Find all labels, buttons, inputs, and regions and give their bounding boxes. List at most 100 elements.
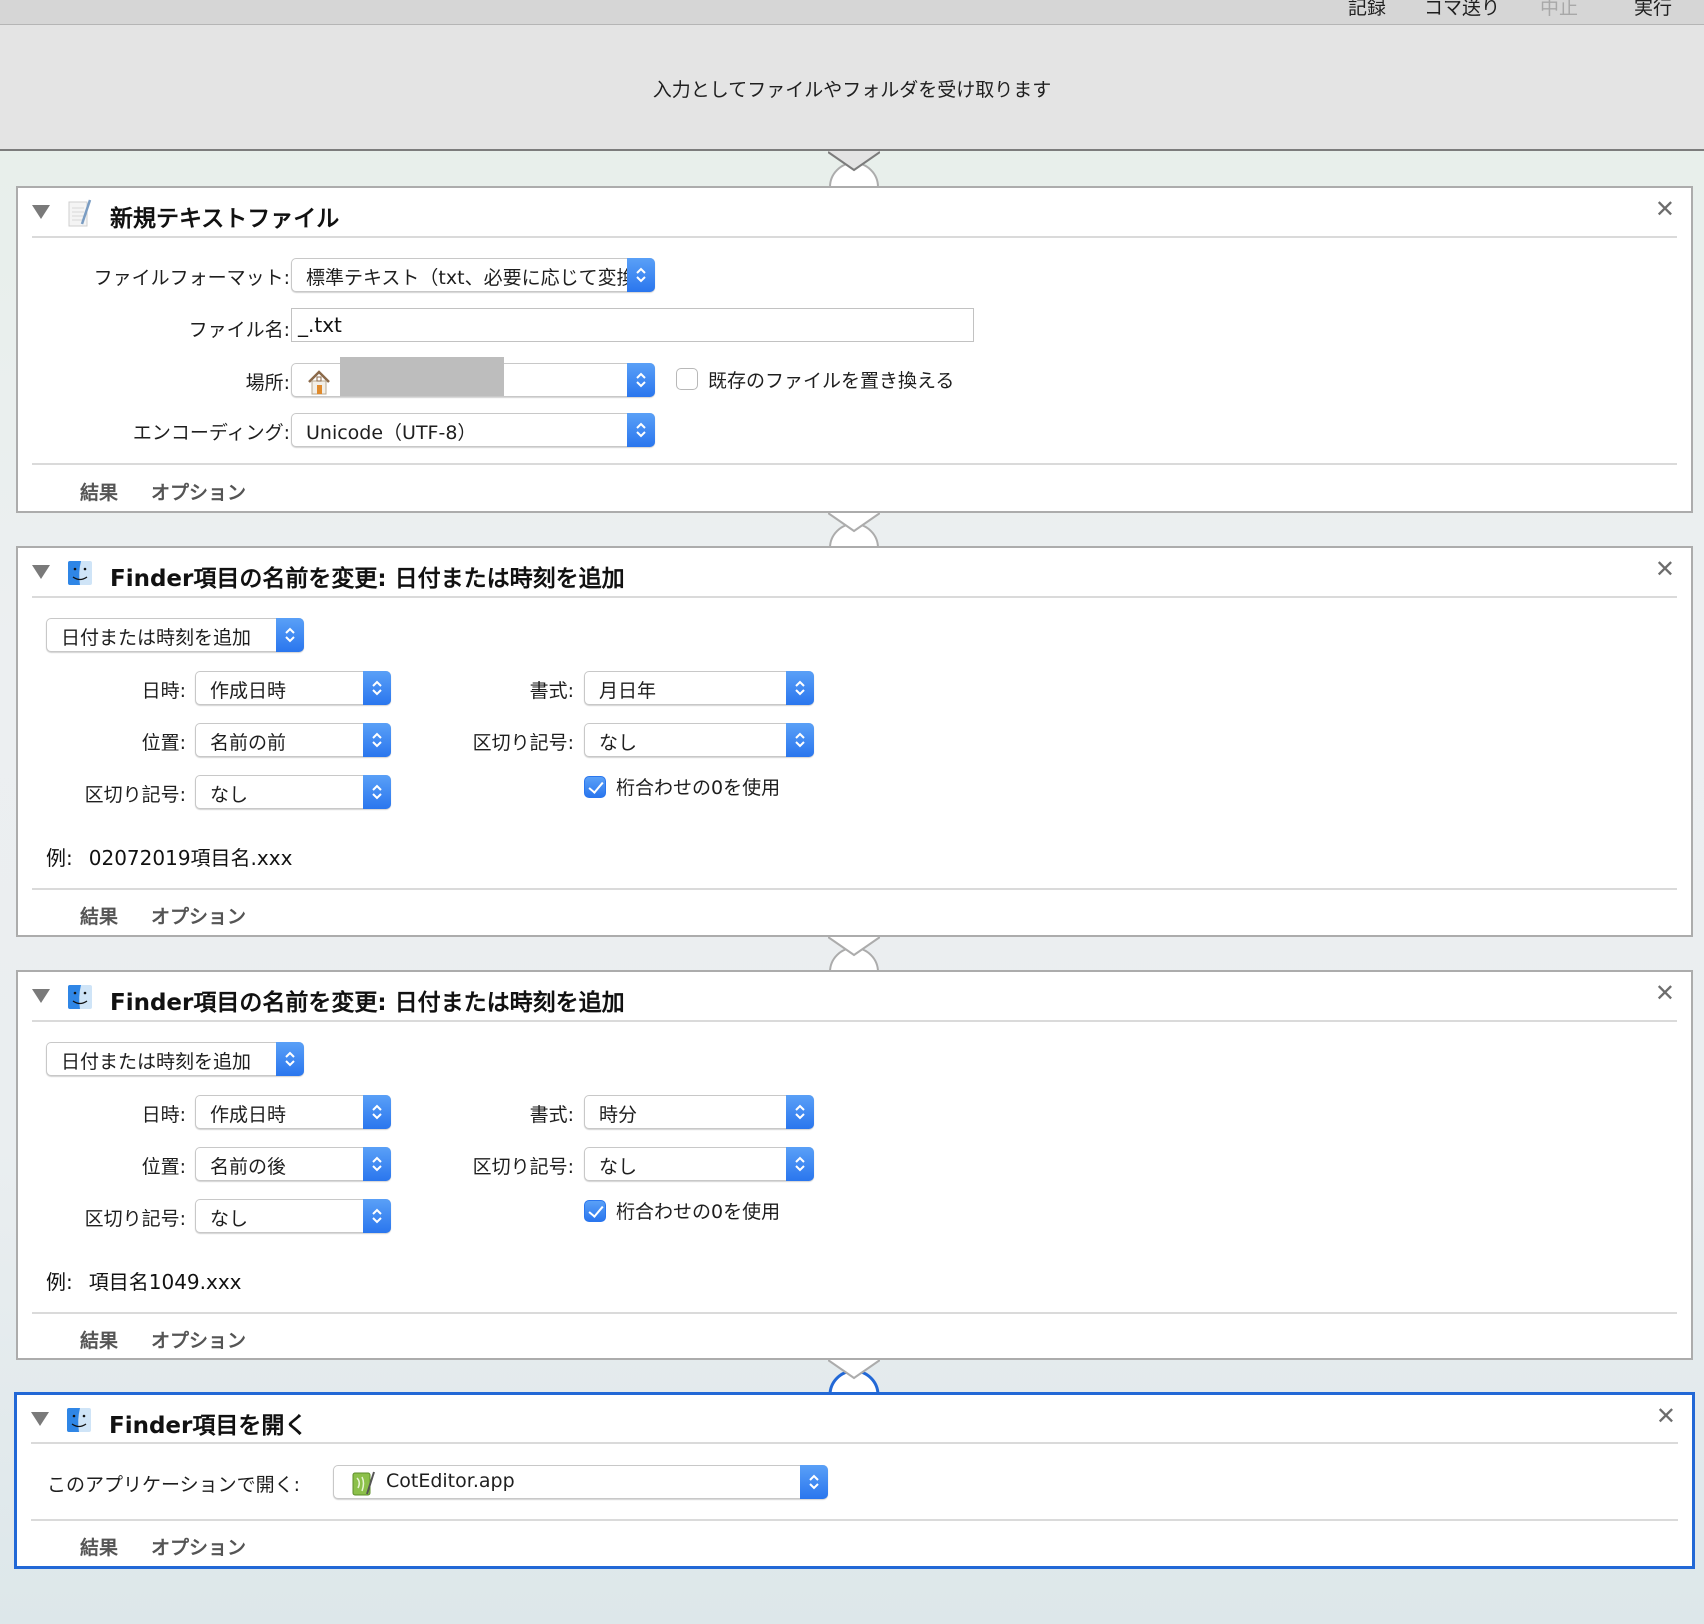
- divider: [32, 596, 1677, 598]
- rename-mode-popup[interactable]: 日付または時刻を追加: [46, 618, 304, 652]
- separator-popup[interactable]: なし: [195, 775, 391, 809]
- popup-value: なし: [210, 1208, 249, 1230]
- options-tab[interactable]: オプション: [151, 1533, 246, 1560]
- action-title: Finder項目の名前を変更: 日付または時刻を追加: [110, 990, 625, 1016]
- rename-mode-popup[interactable]: 日付または時刻を追加: [46, 1042, 304, 1076]
- disclosure-triangle-icon[interactable]: [31, 1412, 49, 1426]
- zero-pad-checkbox[interactable]: [584, 776, 606, 798]
- format-separator-popup[interactable]: なし: [584, 723, 814, 757]
- format-popup[interactable]: 時分: [584, 1095, 814, 1129]
- popup-value: 時分: [599, 1104, 638, 1126]
- close-icon[interactable]: ✕: [1655, 981, 1675, 1005]
- zero-pad-label: 桁合わせの0を使用: [616, 1201, 781, 1223]
- run-button[interactable]: 実行: [1634, 0, 1672, 20]
- chevron-updown-icon: [627, 413, 655, 447]
- chevron-updown-icon: [786, 1147, 814, 1181]
- file-format-popup[interactable]: 標準テキスト（txt、必要に応じて変換）: [291, 258, 655, 292]
- divider: [32, 1020, 1677, 1022]
- disclosure-triangle-icon[interactable]: [32, 989, 50, 1003]
- encoding-label: エンコーディング:: [132, 422, 290, 444]
- open-with-app-popup[interactable]: CotEditor.app: [333, 1465, 828, 1499]
- options-tab[interactable]: オプション: [151, 902, 246, 929]
- disclosure-triangle-icon[interactable]: [32, 565, 50, 579]
- workflow-input-header: 入力としてファイルやフォルダを受け取ります: [0, 25, 1704, 151]
- chevron-updown-icon: [627, 363, 655, 397]
- redacted-path: [340, 357, 504, 396]
- zero-pad-checkbox[interactable]: [584, 1200, 606, 1222]
- chevron-updown-icon: [363, 671, 391, 705]
- example-text: 例: 項目名1049.xxx: [46, 1266, 242, 1295]
- options-tab[interactable]: オプション: [151, 1326, 246, 1353]
- close-icon[interactable]: ✕: [1656, 1404, 1676, 1428]
- format-separator-label: 区切り記号:: [472, 732, 574, 754]
- format-label: 書式:: [529, 680, 574, 702]
- position-popup[interactable]: 名前の前: [195, 723, 391, 757]
- divider: [32, 888, 1677, 890]
- divider: [32, 236, 1677, 238]
- popup-value: 月日年: [599, 680, 657, 702]
- chevron-updown-icon: [363, 1147, 391, 1181]
- finder-icon: [68, 561, 92, 585]
- action-title: Finder項目の名前を変更: 日付または時刻を追加: [110, 566, 625, 592]
- format-label: ファイルフォーマット:: [93, 267, 290, 289]
- results-tab[interactable]: 結果: [80, 1326, 118, 1353]
- chevron-updown-icon: [276, 1042, 304, 1076]
- example-value: 02072019項目名.xxx: [88, 846, 293, 870]
- action-header: 新規テキストファイル ✕: [18, 188, 1691, 238]
- action-title: Finder項目を開く: [109, 1413, 308, 1439]
- connector-1: [828, 151, 880, 187]
- example-value: 項目名1049.xxx: [88, 1270, 242, 1294]
- filename-label: ファイル名:: [188, 319, 290, 341]
- connector-3: [828, 936, 880, 972]
- input-description: 入力としてファイルやフォルダを受け取ります: [652, 79, 1052, 101]
- popup-value: 日付または時刻を追加: [61, 1051, 252, 1073]
- step-button[interactable]: コマ送り: [1424, 0, 1500, 20]
- results-tab[interactable]: 結果: [80, 478, 118, 505]
- close-icon[interactable]: ✕: [1655, 197, 1675, 221]
- format-separator-popup[interactable]: なし: [584, 1147, 814, 1181]
- filename-input[interactable]: _.txt: [291, 308, 974, 342]
- encoding-popup[interactable]: Unicode（UTF-8）: [291, 413, 655, 447]
- replace-existing-label: 既存のファイルを置き換える: [708, 370, 955, 392]
- chevron-updown-icon: [786, 1095, 814, 1129]
- position-popup[interactable]: 名前の後: [195, 1147, 391, 1181]
- chevron-updown-icon: [627, 258, 655, 292]
- divider: [31, 1519, 1678, 1521]
- results-tab[interactable]: 結果: [80, 1533, 118, 1560]
- example-label: 例:: [46, 1270, 73, 1294]
- disclosure-triangle-icon[interactable]: [32, 205, 50, 219]
- date-popup[interactable]: 作成日時: [195, 1095, 391, 1129]
- example-label: 例:: [46, 846, 73, 870]
- divider: [31, 1442, 1678, 1444]
- separator-label: 区切り記号:: [84, 784, 186, 806]
- replace-existing-checkbox[interactable]: [676, 368, 698, 390]
- date-popup[interactable]: 作成日時: [195, 671, 391, 705]
- popup-value: 日付または時刻を追加: [61, 627, 252, 649]
- chevron-updown-icon: [276, 618, 304, 652]
- format-popup[interactable]: 月日年: [584, 671, 814, 705]
- coteditor-app-icon: [352, 1471, 375, 1496]
- options-tab[interactable]: オプション: [151, 478, 246, 505]
- format-label: 書式:: [529, 1104, 574, 1126]
- chevron-updown-icon: [363, 723, 391, 757]
- action-rename-add-date-1: Finder項目の名前を変更: 日付または時刻を追加 ✕ 日付または時刻を追加 …: [16, 546, 1693, 937]
- action-header: Finder項目の名前を変更: 日付または時刻を追加 ✕: [18, 972, 1691, 1022]
- results-tab[interactable]: 結果: [80, 902, 118, 929]
- action-header: Finder項目を開く ✕: [17, 1395, 1692, 1445]
- separator-popup[interactable]: なし: [195, 1199, 391, 1233]
- stop-button[interactable]: 中止: [1540, 0, 1578, 20]
- open-with-label: このアプリケーションで開く:: [47, 1474, 301, 1496]
- close-icon[interactable]: ✕: [1655, 557, 1675, 581]
- action-title: 新規テキストファイル: [110, 206, 340, 232]
- workflow-toolbar: 記録 コマ送り 中止 実行: [0, 0, 1704, 25]
- chevron-updown-icon: [786, 723, 814, 757]
- filename-value: _.txt: [298, 313, 342, 337]
- finder-icon: [68, 985, 92, 1009]
- popup-value: なし: [599, 1156, 638, 1178]
- action-header: Finder項目の名前を変更: 日付または時刻を追加 ✕: [18, 548, 1691, 598]
- record-button[interactable]: 記録: [1348, 0, 1386, 20]
- popup-value: 名前の前: [210, 732, 287, 754]
- popup-value: 標準テキスト（txt、必要に応じて変換）: [306, 267, 655, 289]
- action-open-finder-items: Finder項目を開く ✕ このアプリケーションで開く: CotEditor.a…: [14, 1392, 1695, 1569]
- popup-value: 作成日時: [210, 1104, 287, 1126]
